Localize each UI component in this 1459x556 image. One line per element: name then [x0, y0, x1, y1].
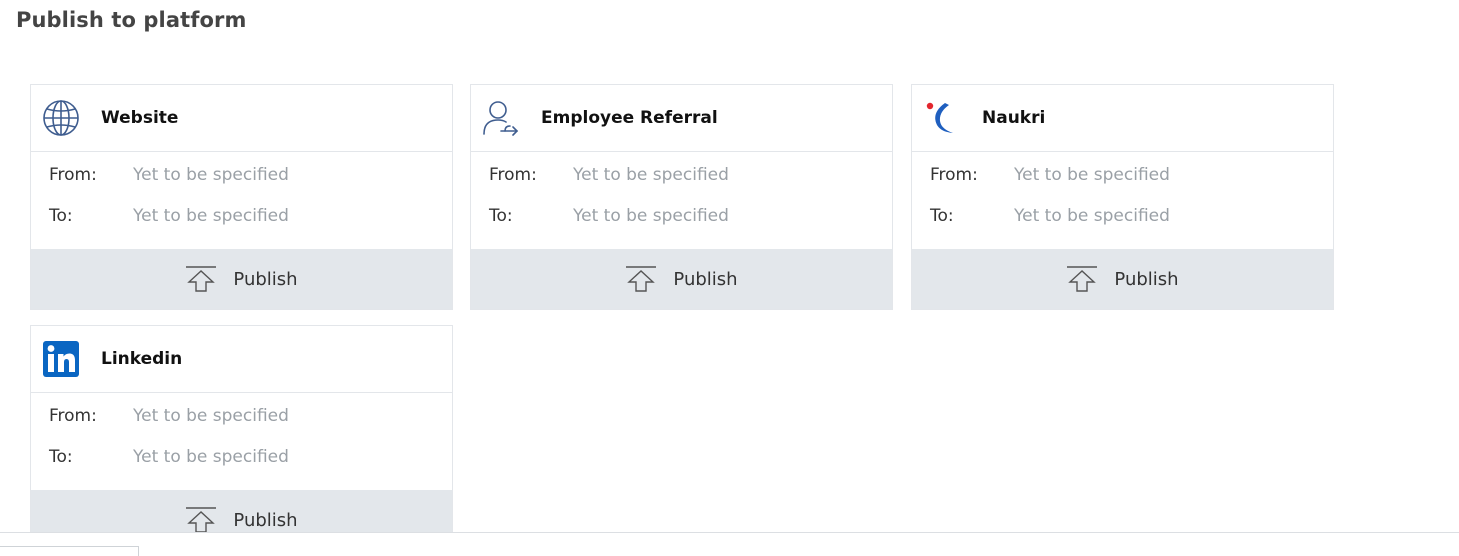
to-row: To: Yet to be specified	[49, 447, 452, 488]
naukri-logo-icon	[922, 98, 962, 138]
platform-cards-area: Website From: Yet to be specified To: Ye…	[0, 0, 1459, 532]
upload-icon	[185, 265, 217, 293]
card-body: From: Yet to be specified To: Yet to be …	[912, 152, 1333, 249]
from-value: Yet to be specified	[1014, 165, 1170, 185]
to-value: Yet to be specified	[133, 447, 289, 467]
publish-button[interactable]: Publish	[31, 249, 452, 309]
card-header: Website	[31, 85, 452, 152]
card-body: From: Yet to be specified To: Yet to be …	[471, 152, 892, 249]
to-value: Yet to be specified	[133, 206, 289, 226]
linkedin-logo-icon	[41, 339, 81, 379]
publish-label: Publish	[1114, 268, 1179, 290]
from-label: From:	[489, 165, 537, 185]
card-body: From: Yet to be specified To: Yet to be …	[31, 152, 452, 249]
card-title: Employee Referral	[541, 108, 718, 128]
platform-card-website: Website From: Yet to be specified To: Ye…	[30, 84, 453, 310]
publish-label: Publish	[233, 268, 298, 290]
from-row: From: Yet to be specified	[930, 165, 1333, 206]
to-row: To: Yet to be specified	[49, 206, 452, 247]
publish-button[interactable]: Publish	[912, 249, 1333, 309]
card-body: From: Yet to be specified To: Yet to be …	[31, 393, 452, 490]
publish-label: Publish	[233, 509, 298, 531]
to-label: To:	[49, 206, 73, 226]
from-row: From: Yet to be specified	[49, 165, 452, 206]
from-value: Yet to be specified	[573, 165, 729, 185]
card-title: Website	[101, 108, 179, 128]
upload-icon	[1066, 265, 1098, 293]
to-value: Yet to be specified	[1014, 206, 1170, 226]
from-value: Yet to be specified	[133, 165, 289, 185]
card-header: Naukri	[912, 85, 1333, 152]
publish-label: Publish	[673, 268, 738, 290]
to-row: To: Yet to be specified	[489, 206, 892, 247]
to-label: To:	[49, 447, 73, 467]
user-share-icon	[481, 98, 521, 138]
platform-card-employee-referral: Employee Referral From: Yet to be specif…	[470, 84, 893, 310]
platform-card-naukri: Naukri From: Yet to be specified To: Yet…	[911, 84, 1334, 310]
to-row: To: Yet to be specified	[930, 206, 1333, 247]
card-title: Linkedin	[101, 349, 183, 369]
publish-button[interactable]: Publish	[31, 490, 452, 532]
globe-icon	[41, 98, 81, 138]
card-header: Employee Referral	[471, 85, 892, 152]
to-value: Yet to be specified	[573, 206, 729, 226]
card-header: Linkedin	[31, 326, 452, 393]
from-row: From: Yet to be specified	[489, 165, 892, 206]
to-label: To:	[930, 206, 954, 226]
from-row: From: Yet to be specified	[49, 406, 452, 447]
publish-button[interactable]: Publish	[471, 249, 892, 309]
platform-card-linkedin: Linkedin From: Yet to be specified To: Y…	[30, 325, 453, 532]
from-label: From:	[49, 406, 97, 426]
from-value: Yet to be specified	[133, 406, 289, 426]
upload-icon	[185, 506, 217, 532]
from-label: From:	[49, 165, 97, 185]
footer-divider	[0, 532, 1459, 533]
upload-icon	[625, 265, 657, 293]
footer-tab[interactable]	[0, 546, 139, 556]
card-title: Naukri	[982, 108, 1046, 128]
from-label: From:	[930, 165, 978, 185]
to-label: To:	[489, 206, 513, 226]
